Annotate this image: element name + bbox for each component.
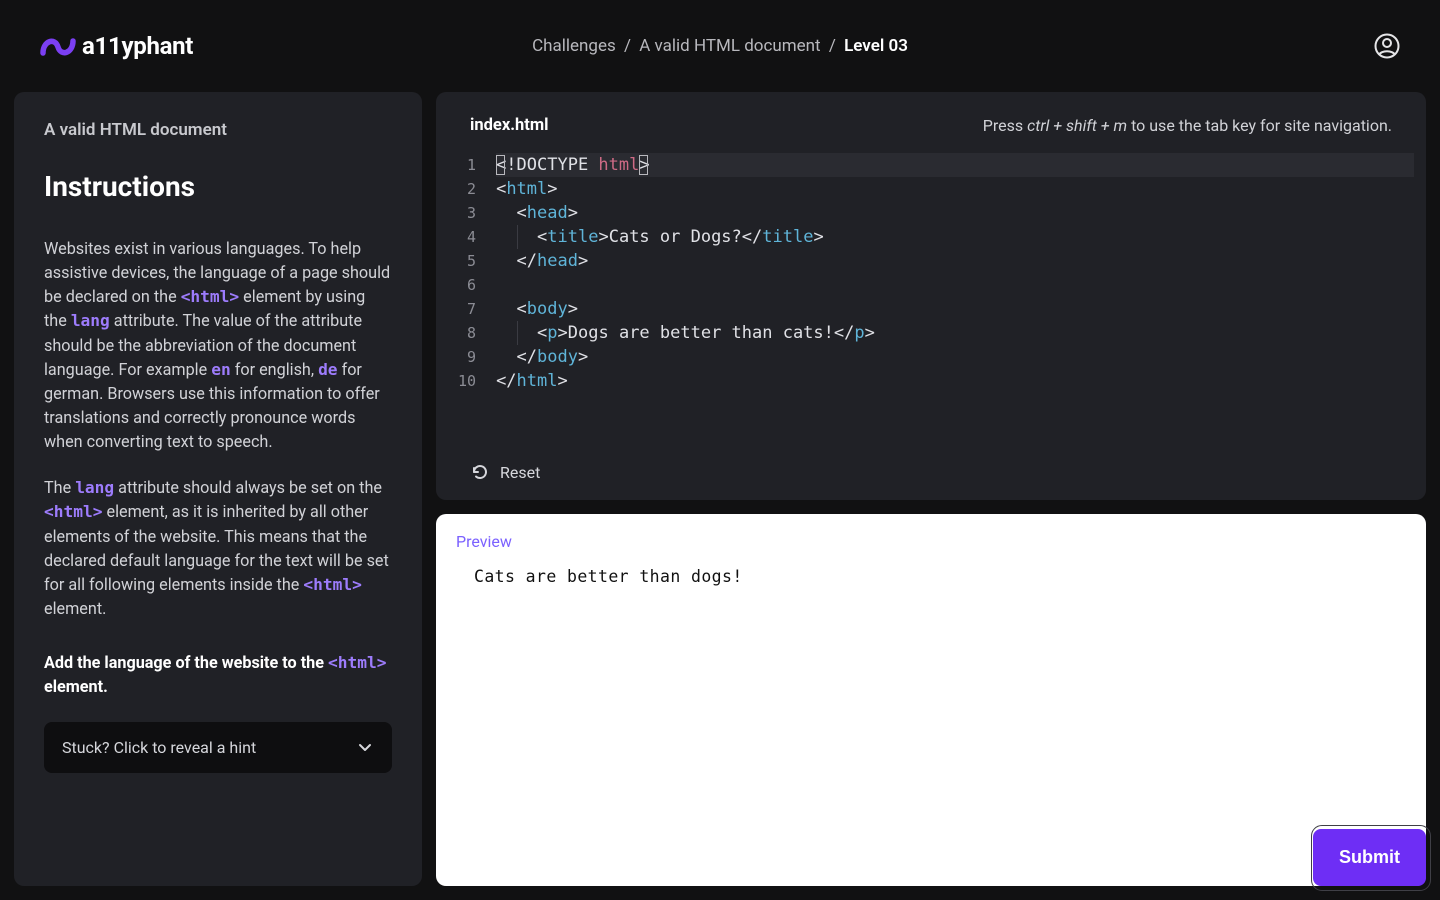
code-line[interactable]: <head>	[496, 201, 1414, 225]
code-lang-attr: lang	[71, 311, 110, 330]
code-html-tag: <html>	[303, 575, 361, 594]
preview-content: Cats are better than dogs!	[456, 567, 1406, 586]
code-line[interactable]: <html>	[496, 177, 1414, 201]
app-header: a11yphant Challenges / A valid HTML docu…	[0, 0, 1440, 92]
breadcrumb-challenge[interactable]: A valid HTML document	[639, 36, 820, 56]
user-icon[interactable]	[1374, 33, 1400, 59]
preview-panel: Preview Cats are better than dogs!	[436, 514, 1426, 886]
code-lang-attr: lang	[75, 478, 114, 497]
brand-logo[interactable]: a11yphant	[40, 32, 193, 60]
code-line[interactable]	[496, 273, 1414, 297]
instructions-paragraph-2: The lang attribute should always be set …	[44, 476, 392, 621]
code-html-tag: <html>	[44, 502, 102, 521]
breadcrumb: Challenges / A valid HTML document / Lev…	[532, 36, 908, 56]
reset-label: Reset	[500, 463, 540, 482]
breadcrumb-level: Level 03	[844, 36, 908, 56]
instructions-heading: Instructions	[44, 170, 392, 203]
line-gutter: 12345678910	[458, 153, 496, 444]
brand-name: a11yphant	[82, 32, 193, 60]
submit-button[interactable]: Submit	[1313, 829, 1426, 886]
code-lines[interactable]: <!DOCTYPE html> <html> <head> <title>Cat…	[496, 153, 1414, 444]
chevron-down-icon	[356, 738, 374, 756]
code-line[interactable]: </head>	[496, 249, 1414, 273]
code-line[interactable]: <title>Cats or Dogs?</title>	[496, 225, 1414, 249]
logo-icon	[40, 33, 76, 59]
code-line[interactable]: <body>	[496, 297, 1414, 321]
work-area: index.html Press ctrl + shift + m to use…	[436, 92, 1426, 886]
code-de: de	[318, 360, 338, 379]
breadcrumb-root[interactable]: Challenges	[532, 36, 616, 56]
task-prompt: Add the language of the website to the <…	[44, 651, 392, 700]
instructions-panel: A valid HTML document Instructions Websi…	[14, 92, 422, 886]
breadcrumb-separator: /	[825, 36, 840, 56]
code-editor-panel: index.html Press ctrl + shift + m to use…	[436, 92, 1426, 500]
hint-label: Stuck? Click to reveal a hint	[62, 738, 256, 757]
breadcrumb-separator: /	[620, 36, 635, 56]
code-html-tag: <html>	[181, 287, 239, 306]
preview-label: Preview	[456, 532, 1406, 551]
code-en: en	[211, 360, 231, 379]
keyboard-hint: Press ctrl + shift + m to use the tab ke…	[983, 116, 1392, 135]
instructions-paragraph-1: Websites exist in various languages. To …	[44, 237, 392, 454]
reset-icon	[470, 462, 490, 482]
challenge-title: A valid HTML document	[44, 120, 392, 140]
main-content: A valid HTML document Instructions Websi…	[0, 92, 1440, 900]
editor-filename: index.html	[470, 116, 548, 135]
code-editor[interactable]: 12345678910 <!DOCTYPE html> <html> <head…	[436, 147, 1426, 444]
code-line[interactable]: <p>Dogs are better than cats!</p>	[496, 321, 1414, 345]
hint-toggle[interactable]: Stuck? Click to reveal a hint	[44, 722, 392, 773]
reset-button[interactable]: Reset	[436, 444, 1426, 500]
code-line[interactable]: </body>	[496, 345, 1414, 369]
code-line[interactable]: <!DOCTYPE html>	[496, 153, 1414, 177]
editor-header: index.html Press ctrl + shift + m to use…	[436, 92, 1426, 147]
code-line[interactable]: </html>	[496, 369, 1414, 393]
